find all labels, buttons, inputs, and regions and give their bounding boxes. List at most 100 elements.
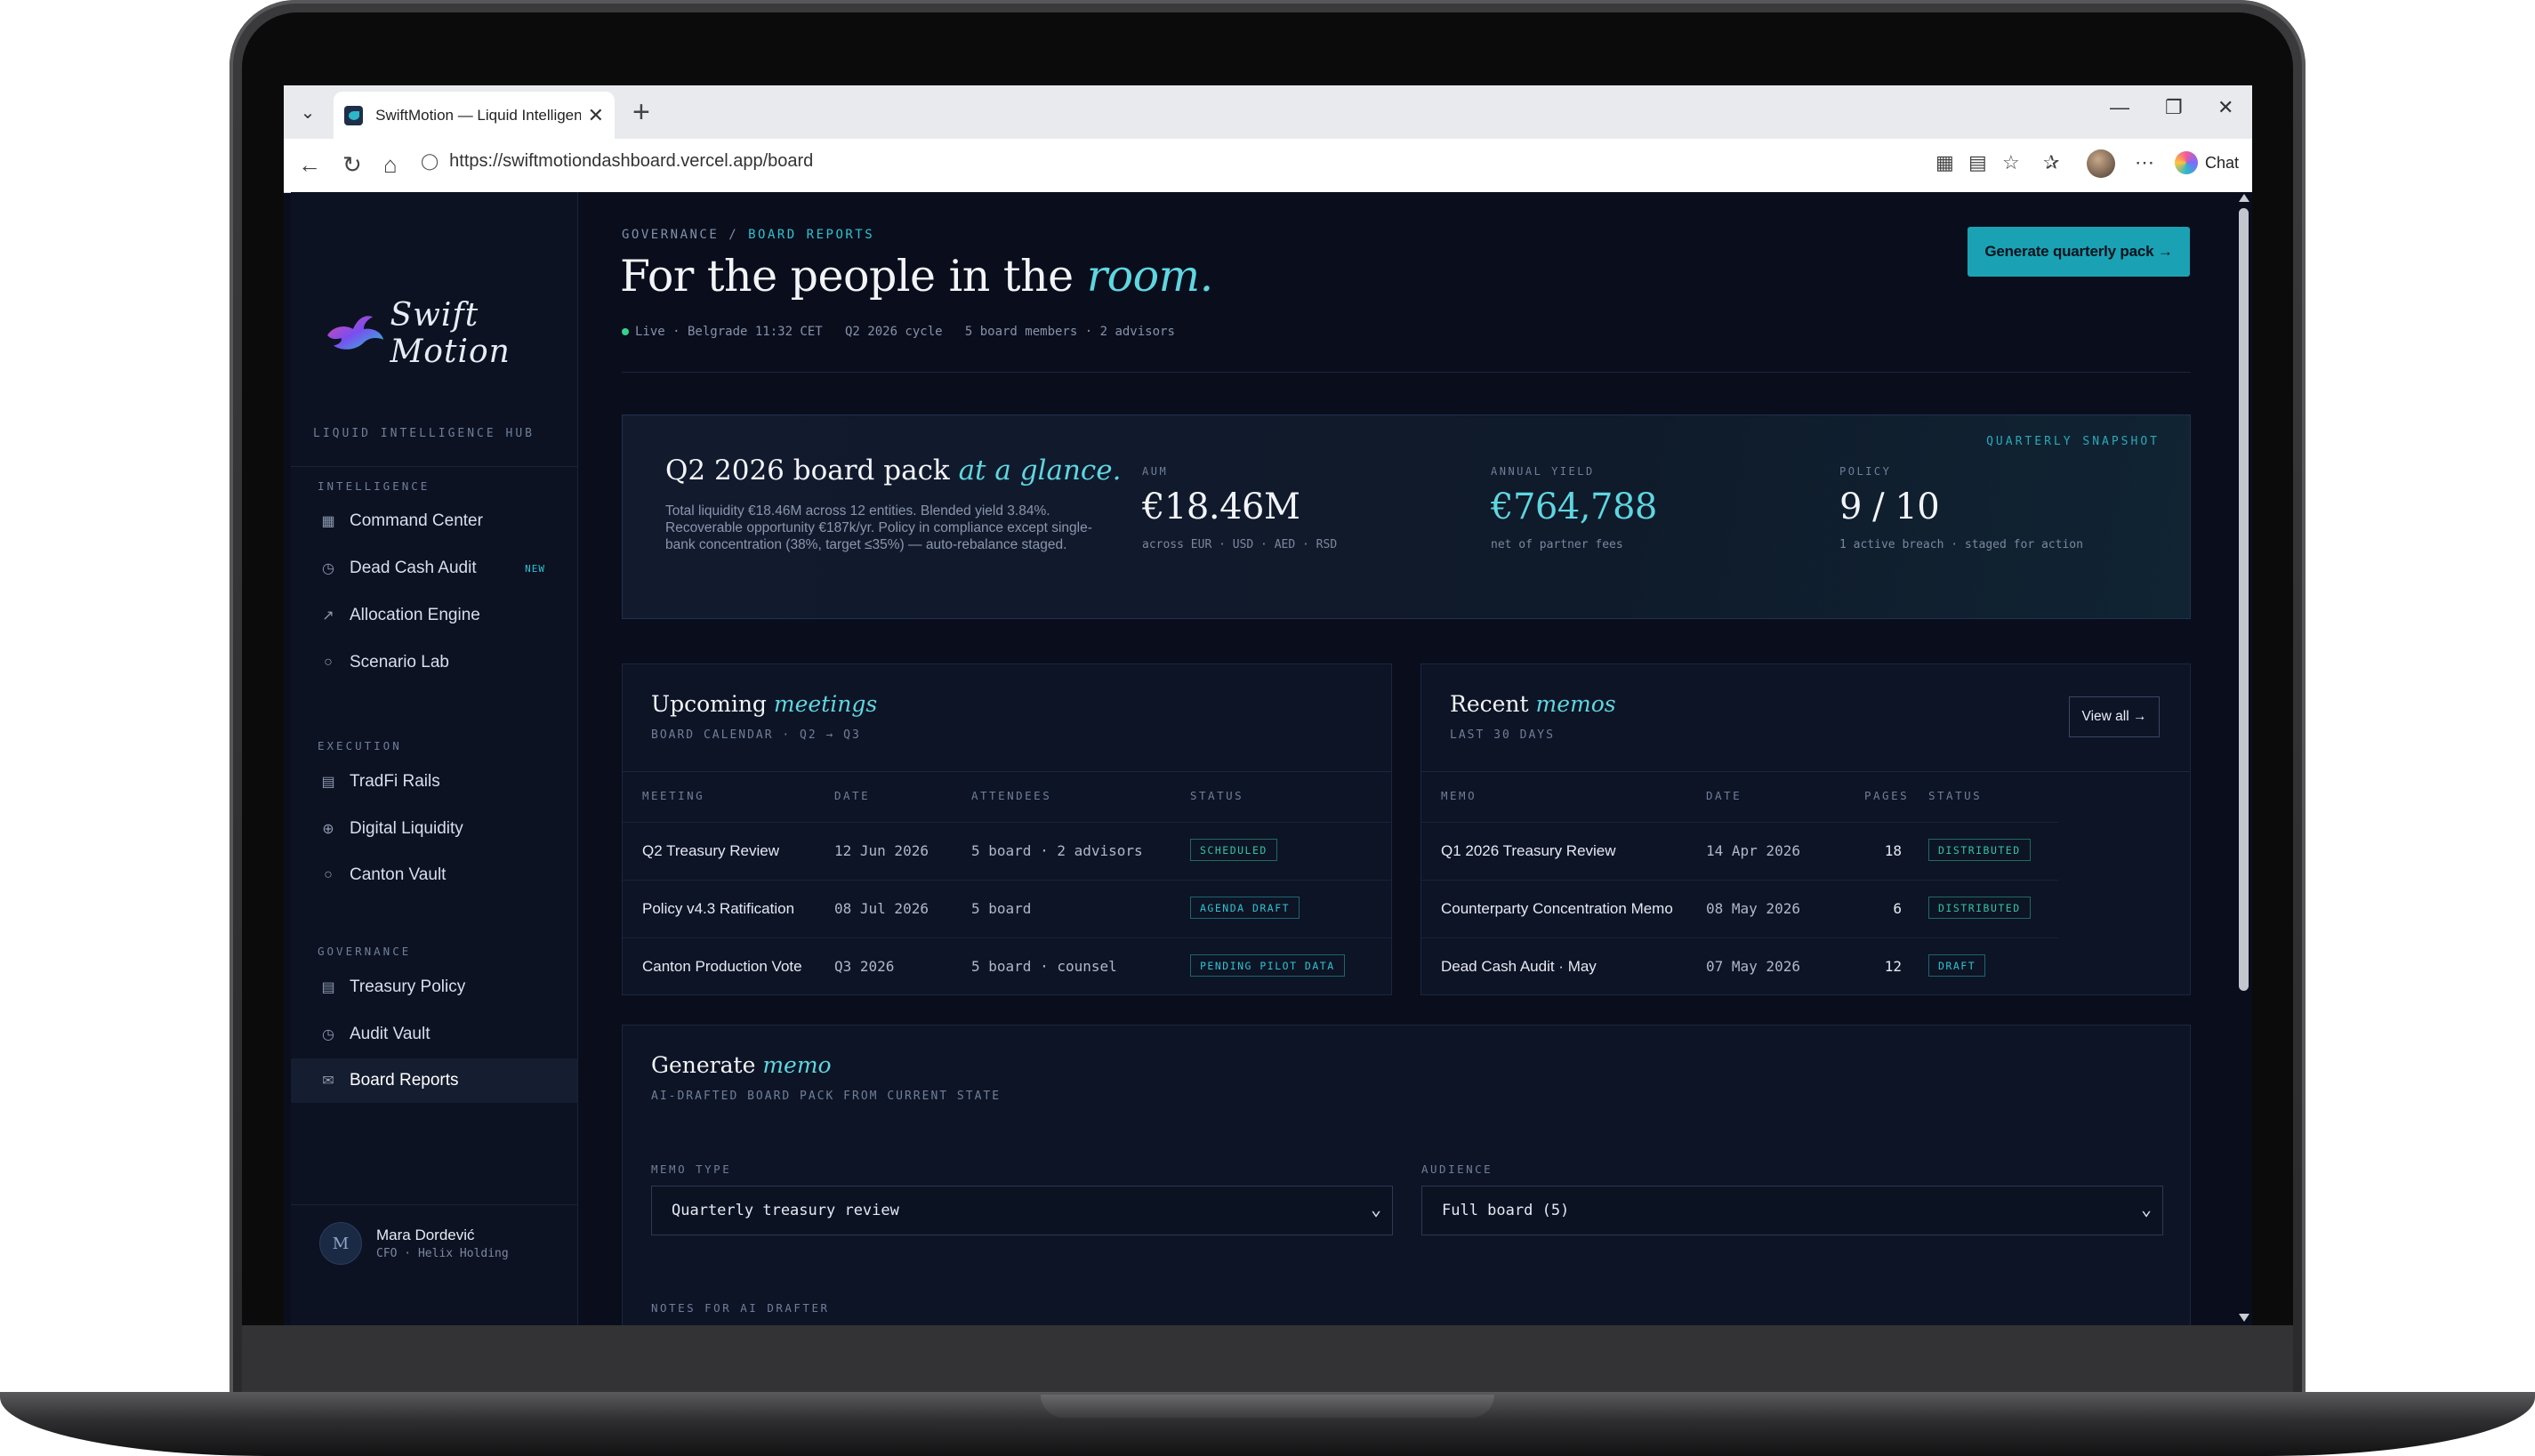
nav-item-allocation-engine[interactable]: ↗ Allocation Engine — [291, 593, 577, 638]
nav-item-board-reports[interactable]: ✉ Board Reports — [291, 1058, 577, 1103]
page-scrollbar[interactable] — [2235, 192, 2252, 1325]
column-header[interactable]: ATTENDEES — [971, 789, 1051, 802]
breadcrumb-parent[interactable]: GOVERNANCE — [622, 228, 719, 242]
card-subtitle: AI-DRAFTED BOARD PACK FROM CURRENT STATE — [651, 1090, 1002, 1103]
memo-name: Dead Cash Audit · May — [1441, 958, 1597, 975]
audience-select[interactable]: Full board (5) ⌄ — [1421, 1186, 2163, 1235]
column-header[interactable]: STATUS — [1190, 789, 1243, 802]
kpi-aum: AUM €18.46M across EUR · USD · AED · RSD — [1142, 465, 1337, 551]
nav-item-digital-liquidity[interactable]: ⊕ Digital Liquidity — [291, 807, 577, 851]
nav-item-scenario-lab[interactable]: ○ Scenario Lab — [291, 640, 577, 685]
new-tab-button[interactable]: + — [632, 96, 650, 128]
kpi-value: €764,788 — [1491, 487, 1657, 527]
meeting-attendees: 5 board · 2 advisors — [971, 842, 1143, 859]
nav-item-dead-cash-audit[interactable]: ◷ Dead Cash Audit NEW — [291, 546, 577, 591]
user-role: CFO · Helix Holding — [376, 1247, 509, 1260]
column-header[interactable]: DATE — [834, 789, 870, 802]
memo-name: Counterparty Concentration Memo — [1441, 900, 1673, 917]
column-header[interactable]: MEETING — [642, 789, 704, 802]
reading-view-icon[interactable]: ▤ — [1968, 151, 1987, 174]
clock-icon: ◷ — [322, 1027, 334, 1042]
nav-item-label: Scenario Lab — [350, 653, 449, 672]
site-info-icon[interactable]: ◯ — [421, 152, 439, 171]
kpi-value: €18.46M — [1142, 487, 1300, 527]
scroll-up-icon[interactable] — [2239, 194, 2249, 202]
divider — [291, 466, 577, 467]
page-title-main: For the people in the — [620, 251, 1087, 302]
main-content: GOVERNANCE / BOARD REPORTS For the peopl… — [577, 192, 2235, 1325]
breadcrumb-separator: / — [719, 228, 749, 242]
scroll-down-icon[interactable] — [2239, 1314, 2249, 1322]
restore-icon[interactable]: ❐ — [2165, 96, 2183, 119]
column-header[interactable]: PAGES — [1864, 789, 1909, 802]
memo-date: 08 May 2026 — [1706, 900, 1800, 917]
status-badge: DISTRIBUTED — [1928, 897, 2031, 919]
card-subtitle: LAST 30 DAYS — [1450, 728, 1555, 742]
circle-icon: ○ — [324, 867, 333, 882]
reload-icon[interactable]: ↻ — [342, 151, 362, 178]
snapshot-title: Q2 2026 board pack at a glance. — [665, 454, 1121, 487]
favicon-icon — [344, 105, 364, 125]
profile-avatar[interactable] — [2087, 149, 2115, 178]
meeting-attendees: 5 board — [971, 900, 1032, 917]
table-row[interactable]: Q2 Treasury Review 12 Jun 2026 5 board ·… — [623, 822, 1391, 881]
audience-label: AUDIENCE — [1421, 1162, 1493, 1176]
generate-quarterly-pack-button[interactable]: Generate quarterly pack → — [1968, 227, 2190, 277]
nav-item-treasury-policy[interactable]: ▤ Treasury Policy — [291, 965, 577, 1010]
recent-memos-card: Recent memos LAST 30 DAYS View all → MEM… — [1420, 664, 2191, 995]
card-title-accent: memo — [762, 1052, 832, 1078]
url-field[interactable]: ◯ https://swiftmotiondashboard.vercel.ap… — [421, 151, 813, 172]
minimize-icon[interactable]: — — [2110, 96, 2129, 119]
card-title-accent: meetings — [773, 691, 878, 717]
chevron-down-icon: ⌄ — [2140, 1198, 2152, 1219]
url-text: https://swiftmotiondashboard.vercel.app/… — [449, 151, 814, 171]
table-row[interactable]: Canton Production Vote Q3 2026 5 board ·… — [623, 937, 1391, 996]
column-header[interactable]: MEMO — [1441, 789, 1477, 802]
flask-icon: ○ — [324, 655, 333, 670]
back-icon[interactable]: ← — [298, 151, 321, 178]
meeting-date: 08 Jul 2026 — [834, 900, 929, 917]
nav-item-audit-vault[interactable]: ◷ Audit Vault — [291, 1012, 577, 1057]
tab-list-chevron-icon[interactable]: ⌄ — [291, 95, 325, 129]
kpi-value: 9 / 10 — [1839, 487, 1940, 527]
window-close-icon[interactable]: ✕ — [2217, 96, 2233, 119]
memo-type-value: Quarterly treasury review — [672, 1202, 899, 1219]
apps-icon[interactable]: ▦ — [1935, 151, 1954, 174]
table-row[interactable]: Q1 2026 Treasury Review 14 Apr 2026 18 D… — [1421, 822, 2058, 881]
tab-close-icon[interactable]: ✕ — [588, 104, 604, 127]
nav-item-canton-vault[interactable]: ○ Canton Vault — [291, 853, 577, 897]
user-profile[interactable]: M Mara Dordević CFO · Helix Holding — [319, 1222, 509, 1265]
favorite-star-icon[interactable]: ☆ — [2002, 151, 2020, 174]
table-row[interactable]: Dead Cash Audit · May 07 May 2026 12 DRA… — [1421, 937, 2058, 996]
nav-item-label: Treasury Policy — [350, 977, 466, 996]
brand-logo[interactable]: Swift Motion — [323, 297, 577, 370]
favorites-icon[interactable]: ✰ — [2043, 151, 2059, 174]
card-title: Recent memos — [1450, 691, 1616, 717]
browser-tab-active[interactable]: SwiftMotion — Liquid Intelligence ✕ — [334, 92, 615, 139]
memo-pages: 6 — [1893, 900, 1902, 917]
nav-section-execution: EXECUTION — [318, 739, 402, 752]
home-icon[interactable]: ⌂ — [383, 151, 398, 178]
nav-item-tradfi-rails[interactable]: ▤ TradFi Rails — [291, 760, 577, 804]
tab-bar: ⌄ SwiftMotion — Liquid Intelligence ✕ + … — [284, 85, 2252, 139]
meeting-date: Q3 2026 — [834, 958, 895, 975]
chevron-down-icon: ⌄ — [1370, 1198, 1381, 1219]
nav-item-label: Command Center — [350, 511, 483, 530]
column-header[interactable]: STATUS — [1928, 789, 1982, 802]
memo-pages: 12 — [1884, 958, 1902, 975]
view-all-memos-button[interactable]: View all → — [2069, 696, 2160, 737]
status-text: Live · Belgrade 11:32 CET Q2 2026 cycle … — [635, 325, 1175, 339]
more-menu-icon[interactable]: ⋯ — [2135, 151, 2154, 174]
memo-type-select[interactable]: Quarterly treasury review ⌄ — [651, 1186, 1393, 1235]
mail-icon: ✉ — [322, 1074, 334, 1089]
laptop-chin — [242, 1325, 2293, 1401]
nav-item-command-center[interactable]: ▦ Command Center — [291, 499, 577, 543]
scroll-thumb[interactable] — [2239, 208, 2249, 991]
divider — [1421, 771, 2190, 772]
copilot-chat-button[interactable]: Chat — [2175, 151, 2239, 174]
nav-item-label: Canton Vault — [350, 865, 447, 884]
table-row[interactable]: Counterparty Concentration Memo 08 May 2… — [1421, 880, 2058, 938]
kpi-sub: net of partner fees — [1491, 538, 1623, 551]
column-header[interactable]: DATE — [1706, 789, 1742, 802]
table-row[interactable]: Policy v4.3 Ratification 08 Jul 2026 5 b… — [623, 880, 1391, 938]
